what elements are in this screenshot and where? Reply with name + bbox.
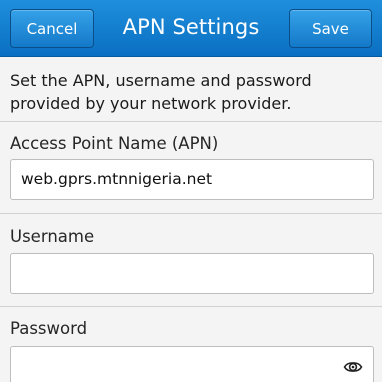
cancel-button[interactable]: Cancel (10, 9, 94, 48)
apn-value: web.gprs.mtnnigeria.net (21, 170, 213, 188)
title-bar: Cancel APN Settings Save (0, 0, 382, 57)
section-divider (0, 121, 382, 122)
section-divider (0, 306, 382, 307)
page-title: APN Settings (122, 15, 260, 39)
eye-icon[interactable] (343, 357, 363, 377)
section-divider (0, 213, 382, 214)
password-field[interactable] (10, 346, 374, 382)
apn-settings-screen: Cancel APN Settings Save Set the APN, us… (0, 0, 382, 382)
instructions-text: Set the APN, username and password provi… (10, 71, 312, 113)
username-field[interactable] (10, 253, 374, 294)
username-label: Username (10, 227, 95, 246)
apn-field[interactable]: web.gprs.mtnnigeria.net (10, 159, 374, 200)
apn-label: Access Point Name (APN) (10, 134, 219, 153)
save-button[interactable]: Save (289, 9, 372, 48)
password-label: Password (10, 319, 88, 338)
